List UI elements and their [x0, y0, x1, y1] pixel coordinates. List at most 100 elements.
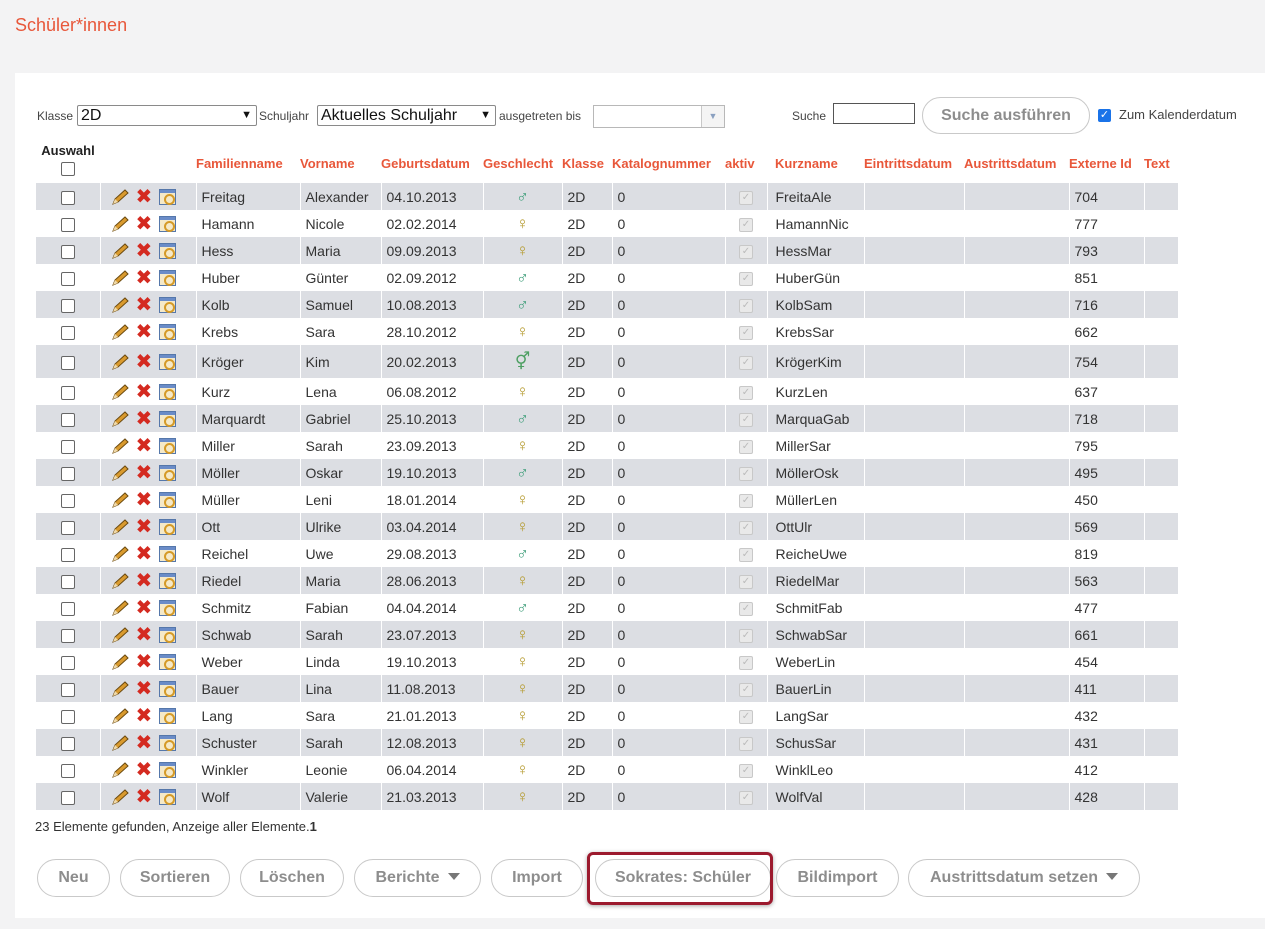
delete-x-icon[interactable]: ✖ [136, 490, 154, 510]
col-vorname[interactable]: Vorname [300, 143, 381, 183]
row-select-checkbox[interactable] [60, 682, 75, 697]
table-row[interactable]: ✖ Krebs Sara 28.10.2012 ♀ 2D 0 ✓ KrebsSar 662 [36, 318, 1179, 345]
details-window-icon[interactable] [158, 410, 176, 427]
col-familienname[interactable]: Familienname [196, 143, 300, 183]
row-select-checkbox[interactable] [60, 385, 75, 400]
delete-x-icon[interactable]: ✖ [136, 322, 154, 342]
delete-x-icon[interactable]: ✖ [136, 436, 154, 456]
delete-x-icon[interactable]: ✖ [136, 760, 154, 780]
details-window-icon[interactable] [158, 545, 176, 562]
edit-pencil-icon[interactable] [110, 215, 130, 233]
details-window-icon[interactable] [158, 572, 176, 589]
delete-x-icon[interactable]: ✖ [136, 679, 154, 699]
row-select-checkbox[interactable] [60, 298, 75, 313]
delete-x-icon[interactable]: ✖ [136, 733, 154, 753]
details-window-icon[interactable] [158, 269, 176, 286]
details-window-icon[interactable] [158, 491, 176, 508]
table-row[interactable]: ✖ Ott Ulrike 03.04.2014 ♀ 2D 0 ✓ OttUlr 569 [36, 513, 1179, 540]
row-select-checkbox[interactable] [60, 190, 75, 205]
table-row[interactable]: ✖ Kolb Samuel 10.08.2013 ♂ 2D 0 ✓ KolbSam 716 [36, 291, 1179, 318]
edit-pencil-icon[interactable] [110, 383, 130, 401]
row-select-checkbox[interactable] [60, 412, 75, 427]
details-window-icon[interactable] [158, 680, 176, 697]
row-select-checkbox[interactable] [60, 325, 75, 340]
edit-pencil-icon[interactable] [110, 734, 130, 752]
edit-pencil-icon[interactable] [110, 491, 130, 509]
row-select-checkbox[interactable] [60, 790, 75, 805]
row-select-checkbox[interactable] [60, 574, 75, 589]
delete-x-icon[interactable]: ✖ [136, 544, 154, 564]
klasse-select[interactable]: 2D ▼ [77, 105, 257, 126]
table-row[interactable]: ✖ Kurz Lena 06.08.2012 ♀ 2D 0 ✓ KurzLen 637 [36, 378, 1179, 405]
row-select-checkbox[interactable] [60, 466, 75, 481]
row-select-checkbox[interactable] [60, 628, 75, 643]
row-select-checkbox[interactable] [60, 520, 75, 535]
edit-pencil-icon[interactable] [110, 269, 130, 287]
table-row[interactable]: ✖ Möller Oskar 19.10.2013 ♂ 2D 0 ✓ MöllerOsk 495 [36, 459, 1179, 486]
delete-x-icon[interactable]: ✖ [136, 787, 154, 807]
edit-pencil-icon[interactable] [110, 296, 130, 314]
edit-pencil-icon[interactable] [110, 680, 130, 698]
details-window-icon[interactable] [158, 626, 176, 643]
col-text[interactable]: Text [1144, 143, 1178, 183]
details-window-icon[interactable] [158, 734, 176, 751]
edit-pencil-icon[interactable] [110, 518, 130, 536]
edit-pencil-icon[interactable] [110, 599, 130, 617]
row-select-checkbox[interactable] [60, 547, 75, 562]
row-select-checkbox[interactable] [60, 709, 75, 724]
row-select-checkbox[interactable] [60, 493, 75, 508]
col-klasse[interactable]: Klasse [562, 143, 612, 183]
col-kurzname[interactable]: Kurzname [767, 143, 864, 183]
table-row[interactable]: ✖ Marquardt Gabriel 25.10.2013 ♂ 2D 0 ✓ MarquaGa… [36, 405, 1179, 432]
dropdown-arrow-icon[interactable]: ▼ [701, 106, 724, 127]
delete-x-icon[interactable]: ✖ [136, 517, 154, 537]
col-geburtsdatum[interactable]: Geburtsdatum [381, 143, 483, 183]
edit-pencil-icon[interactable] [110, 788, 130, 806]
table-row[interactable]: ✖ Kröger Kim 20.02.2013 ⚥ 2D 0 ✓ KrögerKim 754 [36, 345, 1179, 378]
row-select-checkbox[interactable] [60, 355, 75, 370]
delete-x-icon[interactable]: ✖ [136, 598, 154, 618]
table-row[interactable]: ✖ Lang Sara 21.01.2013 ♀ 2D 0 ✓ LangSar 432 [36, 702, 1179, 729]
row-select-checkbox[interactable] [60, 655, 75, 670]
table-row[interactable]: ✖ Freitag Alexander 04.10.2013 ♂ 2D 0 ✓ FreitaAl… [36, 183, 1179, 210]
set-exit-date-button[interactable]: Austrittsdatum setzen [908, 859, 1140, 897]
delete-x-icon[interactable]: ✖ [136, 352, 154, 372]
delete-x-icon[interactable]: ✖ [136, 268, 154, 288]
edit-pencil-icon[interactable] [110, 707, 130, 725]
edit-pencil-icon[interactable] [110, 464, 130, 482]
details-window-icon[interactable] [158, 215, 176, 232]
details-window-icon[interactable] [158, 353, 176, 370]
edit-pencil-icon[interactable] [110, 323, 130, 341]
table-row[interactable]: ✖ Hamann Nicole 02.02.2014 ♀ 2D 0 ✓ HamannNic 777 [36, 210, 1179, 237]
delete-button[interactable]: Löschen [240, 859, 344, 897]
col-externe-id[interactable]: Externe Id [1069, 143, 1144, 183]
col-katalognummer[interactable]: Katalognummer [612, 143, 725, 183]
delete-x-icon[interactable]: ✖ [136, 463, 154, 483]
col-austrittsdatum[interactable]: Austrittsdatum [964, 143, 1069, 183]
table-row[interactable]: ✖ Schwab Sarah 23.07.2013 ♀ 2D 0 ✓ SchwabSar 661 [36, 621, 1179, 648]
image-import-button[interactable]: Bildimport [776, 859, 899, 897]
edit-pencil-icon[interactable] [110, 410, 130, 428]
table-row[interactable]: ✖ Hess Maria 09.09.2013 ♀ 2D 0 ✓ HessMar 793 [36, 237, 1179, 264]
edit-pencil-icon[interactable] [110, 626, 130, 644]
delete-x-icon[interactable]: ✖ [136, 625, 154, 645]
row-select-checkbox[interactable] [60, 736, 75, 751]
table-row[interactable]: ✖ Riedel Maria 28.06.2013 ♀ 2D 0 ✓ RiedelMar 563 [36, 567, 1179, 594]
details-window-icon[interactable] [158, 323, 176, 340]
details-window-icon[interactable] [158, 437, 176, 454]
table-row[interactable]: ✖ Reichel Uwe 29.08.2013 ♂ 2D 0 ✓ ReicheUwe 819 [36, 540, 1179, 567]
table-row[interactable]: ✖ Miller Sarah 23.09.2013 ♀ 2D 0 ✓ MillerSar 795 [36, 432, 1179, 459]
table-row[interactable]: ✖ Schuster Sarah 12.08.2013 ♀ 2D 0 ✓ SchusSar 431 [36, 729, 1179, 756]
table-row[interactable]: ✖ Bauer Lina 11.08.2013 ♀ 2D 0 ✓ BauerLin 411 [36, 675, 1179, 702]
details-window-icon[interactable] [158, 653, 176, 670]
delete-x-icon[interactable]: ✖ [136, 241, 154, 261]
delete-x-icon[interactable]: ✖ [136, 652, 154, 672]
table-row[interactable]: ✖ Schmitz Fabian 04.04.2014 ♂ 2D 0 ✓ SchmitFab 47… [36, 594, 1179, 621]
edit-pencil-icon[interactable] [110, 572, 130, 590]
delete-x-icon[interactable]: ✖ [136, 214, 154, 234]
row-select-checkbox[interactable] [60, 763, 75, 778]
edit-pencil-icon[interactable] [110, 242, 130, 260]
edit-pencil-icon[interactable] [110, 653, 130, 671]
delete-x-icon[interactable]: ✖ [136, 295, 154, 315]
details-window-icon[interactable] [158, 518, 176, 535]
